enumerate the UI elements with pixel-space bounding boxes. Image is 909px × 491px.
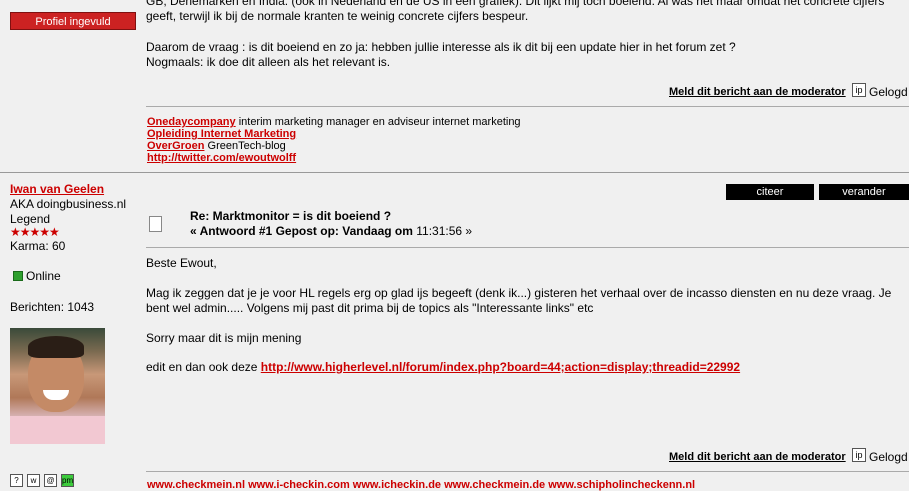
signature-line: OverGroen GreenTech-blog [147, 140, 286, 152]
post-meta: « Antwoord #1 Gepost op: Vandaag om 11:3… [190, 224, 472, 238]
avatar [10, 328, 105, 444]
quote-button[interactable]: citeer [726, 184, 814, 200]
post-icon [149, 216, 162, 232]
forum-thread-link[interactable]: http://www.higherlevel.nl/forum/index.ph… [261, 360, 740, 374]
post-greeting: Beste Ewout, [146, 256, 217, 270]
avatar-hair [28, 336, 84, 358]
post-subject[interactable]: Re: Marktmonitor = is dit boeiend ? [190, 209, 391, 223]
signature-line: http://twitter.com/ewoutwolff [147, 152, 296, 164]
post-meta-time: 11:31:56 » [412, 224, 473, 238]
post-separator [0, 172, 909, 173]
author-post-count: Berichten: 1043 [10, 300, 95, 314]
signature-line: Onedaycompany interim marketing manager … [147, 116, 521, 128]
logged-label: Gelogd [869, 450, 908, 464]
divider [146, 247, 909, 248]
ip-icon[interactable]: ip [852, 83, 866, 97]
post-body-line: Sorry maar dit is mijn mening [146, 331, 302, 345]
post-body-line: geeft, terwijl ik bij de normale kranten… [146, 9, 529, 23]
post-body-line: edit en dan ook deze http://www.higherle… [146, 360, 740, 375]
pm-icon[interactable]: pm [61, 474, 74, 487]
signature-link-twitter[interactable]: http://twitter.com/ewoutwolff [147, 152, 296, 164]
report-to-moderator-link[interactable]: Meld dit bericht aan de moderator [669, 86, 846, 98]
author-karma: Karma: 60 [10, 239, 66, 253]
divider [146, 471, 909, 472]
divider [146, 106, 909, 107]
signature-text: interim marketing manager en adviseur in… [235, 116, 521, 128]
post-body-line: Nogmaals: ik doe dit alleen als het rele… [146, 55, 391, 69]
post-body-line: bent wel admin..... Volgens mij past dit… [146, 301, 594, 315]
profile-filled-button[interactable]: Profiel ingevuld [10, 12, 136, 30]
online-status-label: Online [26, 269, 61, 283]
logged-label: Gelogd [869, 85, 908, 99]
signature-link-opleiding[interactable]: Opleiding Internet Marketing [147, 128, 296, 140]
rank-stars: ★★★★★ [10, 225, 60, 239]
website-icon[interactable]: w [27, 474, 40, 487]
author-name-link[interactable]: Iwan van Geelen [10, 182, 104, 196]
author-aka: AKA doingbusiness.nl [10, 197, 127, 211]
help-icon[interactable]: ? [10, 474, 23, 487]
signature-link-overgroen[interactable]: OverGroen [147, 140, 204, 152]
post-meta-prefix: « Antwoord #1 Gepost op: Vandaag om [190, 224, 413, 238]
signature-links[interactable]: www.checkmein.nl www.i-checkin.com www.i… [147, 479, 695, 491]
email-icon[interactable]: @ [44, 474, 57, 487]
post-body-line: Mag ik zeggen dat je je voor HL regels e… [146, 286, 892, 300]
signature-text: GreenTech-blog [204, 140, 286, 152]
post-body-line: GB, Denemarken en India. (ook in Nederla… [146, 0, 885, 8]
author-rank: Legend [10, 212, 51, 226]
edit-button[interactable]: verander [819, 184, 909, 200]
online-status-icon [13, 271, 23, 281]
avatar-shirt [10, 416, 105, 444]
post-body-text: edit en dan ook deze [146, 360, 261, 374]
ip-icon[interactable]: ip [852, 448, 866, 462]
signature-link-onedaycompany[interactable]: Onedaycompany [147, 116, 236, 128]
signature-line: Opleiding Internet Marketing [147, 128, 296, 140]
post-body-line: Daarom de vraag : is dit boeiend en zo j… [146, 40, 736, 54]
report-to-moderator-link[interactable]: Meld dit bericht aan de moderator [669, 451, 846, 463]
